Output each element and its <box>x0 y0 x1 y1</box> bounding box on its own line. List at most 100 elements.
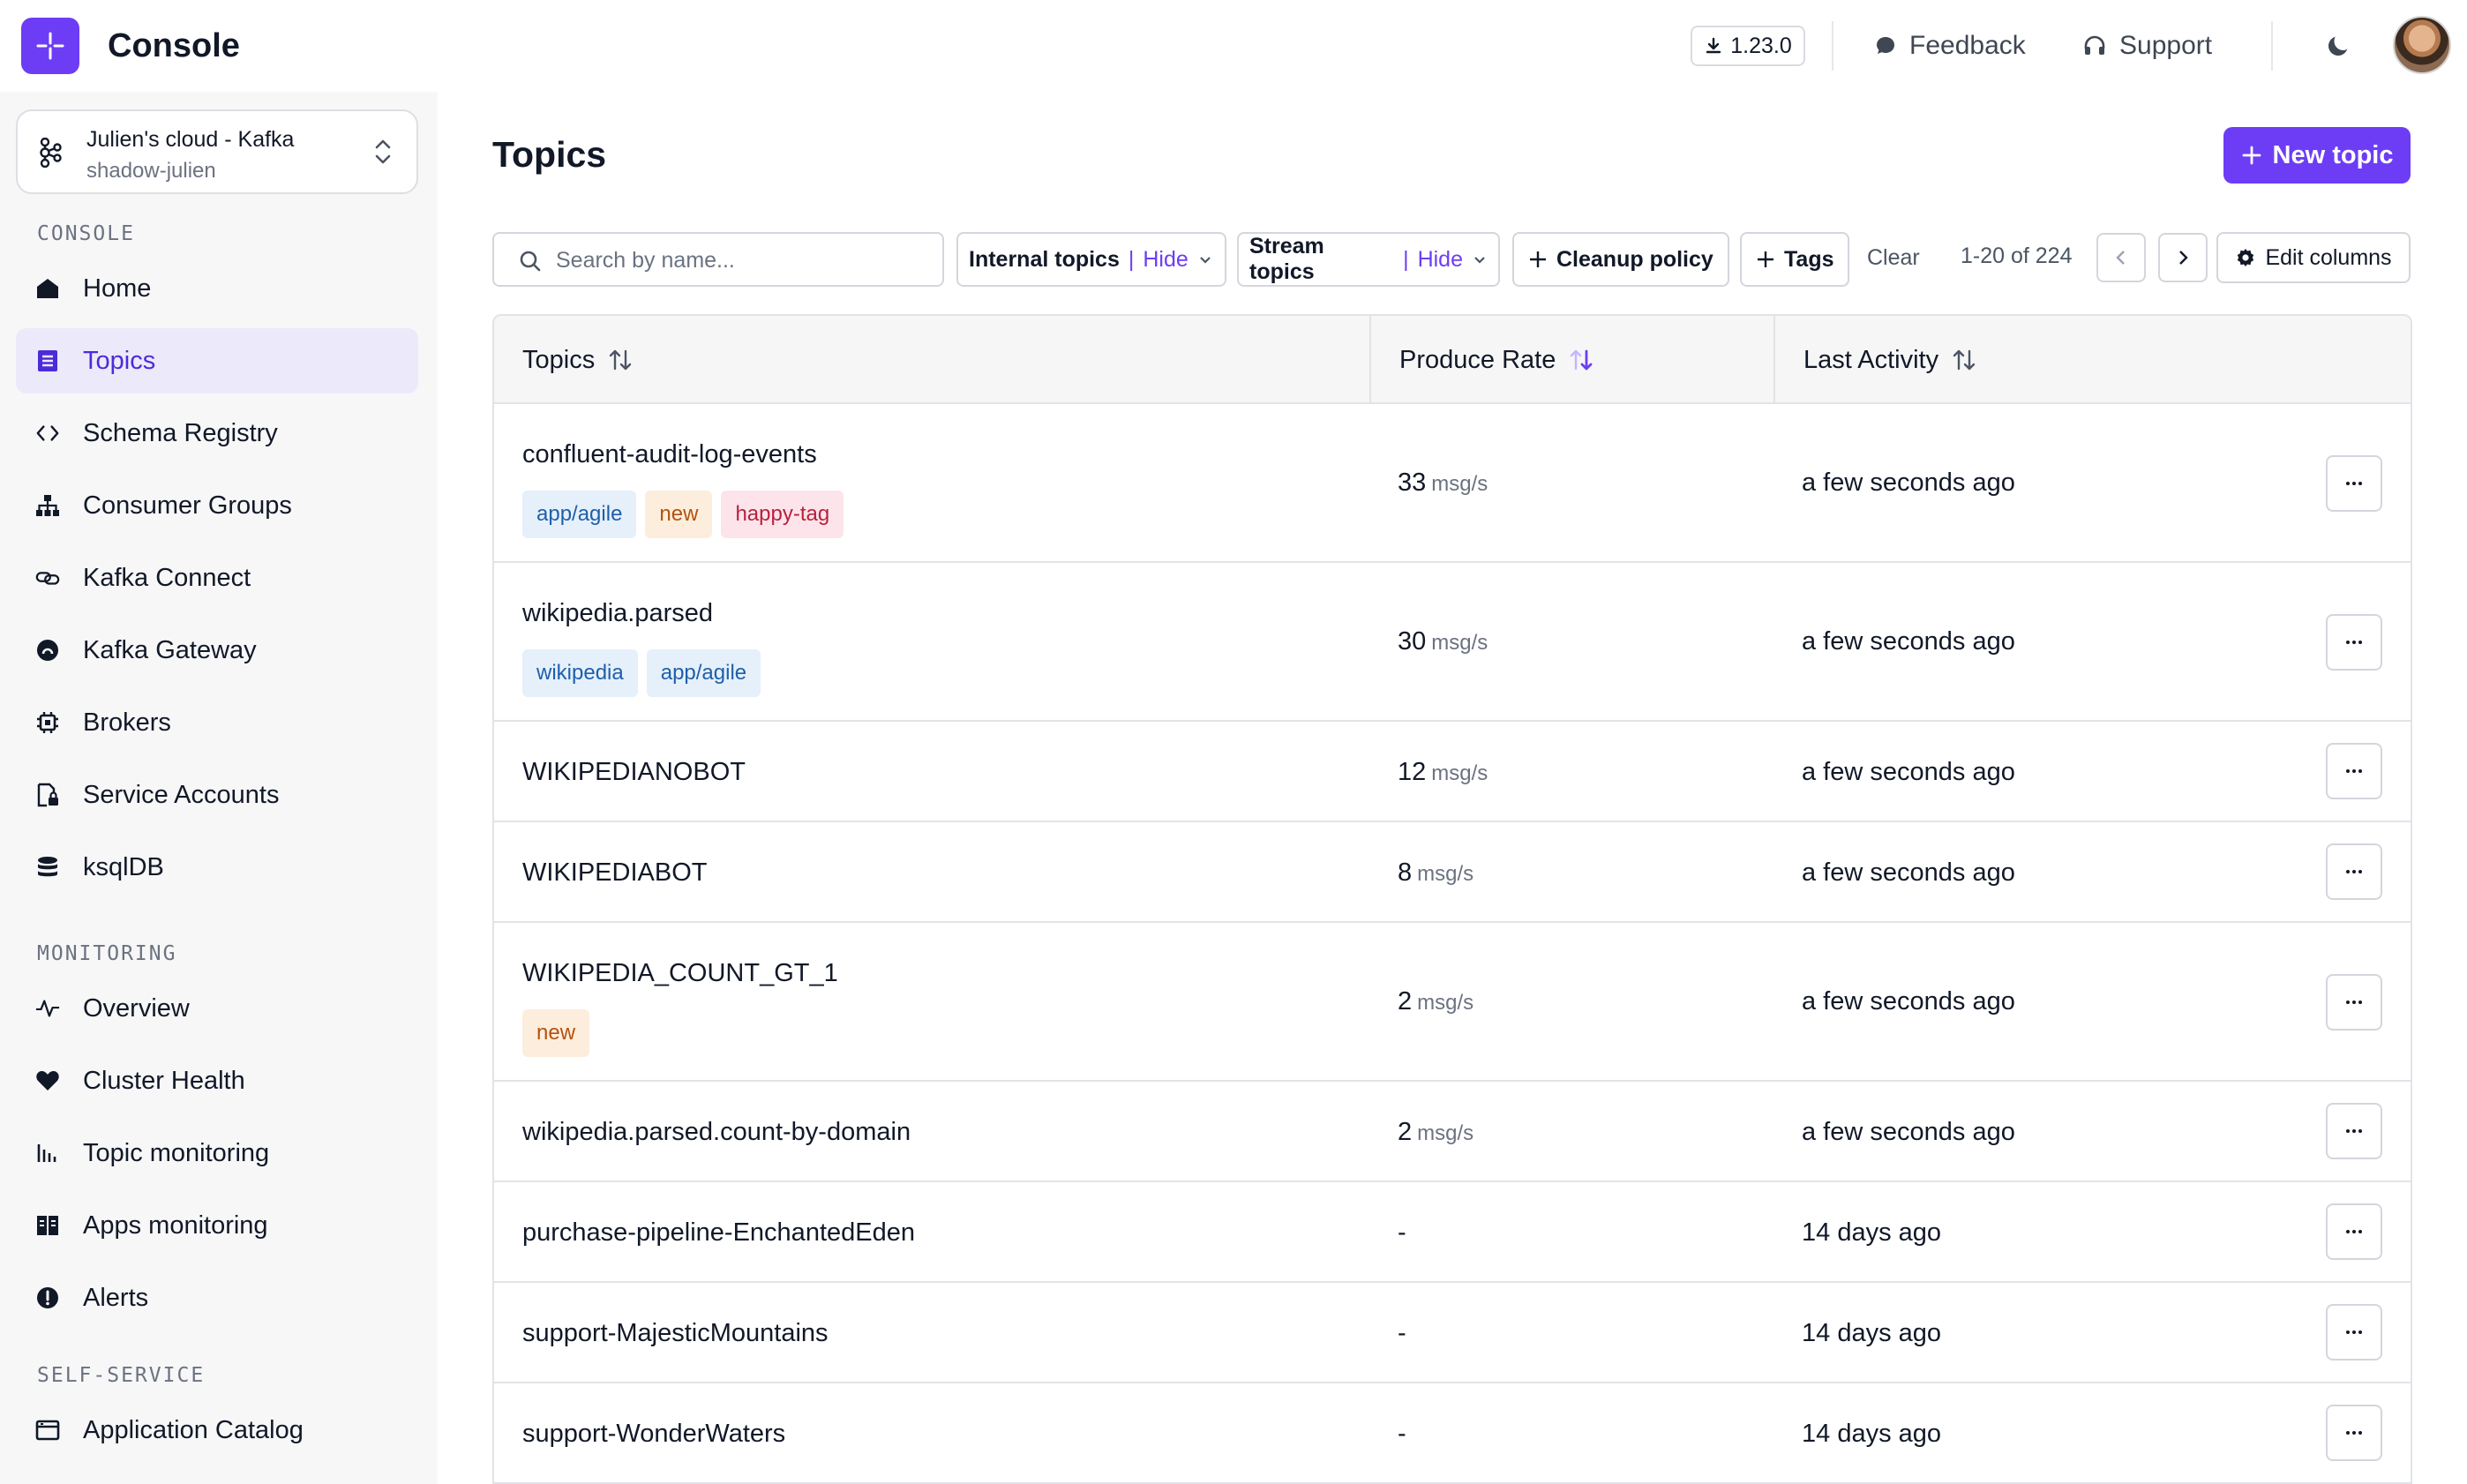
sidebar-item-brokers[interactable]: Brokers <box>16 690 418 755</box>
row-actions-button[interactable] <box>2326 743 2382 799</box>
tag[interactable]: app/agile <box>522 491 637 538</box>
version-badge[interactable]: 1.23.0 <box>1691 26 1805 66</box>
chevron-right-icon <box>2174 249 2192 266</box>
plus-icon <box>2241 145 2262 166</box>
row-actions-button[interactable] <box>2326 1203 2382 1260</box>
sidebar-item-home[interactable]: Home <box>16 256 418 321</box>
edit-columns-button[interactable]: Edit columns <box>2216 232 2411 283</box>
sidebar-item-cluster-health[interactable]: Cluster Health <box>16 1048 418 1113</box>
filter-value: Hide <box>1143 246 1189 272</box>
topic-name[interactable]: purchase-pipeline-EnchantedEden <box>522 1218 915 1248</box>
topic-name[interactable]: confluent-audit-log-events <box>522 439 817 469</box>
tag[interactable]: wikipedia <box>522 649 638 697</box>
new-topic-button[interactable]: New topic <box>2223 127 2411 184</box>
produce-rate: - <box>1398 1319 1406 1347</box>
tag[interactable]: happy-tag <box>721 491 844 538</box>
tag[interactable]: new <box>645 491 713 538</box>
internal-topics-filter[interactable]: Internal topics | Hide <box>956 232 1226 287</box>
chevron-down-icon <box>1472 251 1488 267</box>
clear-filters-button[interactable]: Clear <box>1867 245 1920 271</box>
sidebar-item-consumer-groups[interactable]: Consumer Groups <box>16 473 418 538</box>
tag[interactable]: app/agile <box>646 649 761 697</box>
table-row[interactable]: confluent-audit-log-events app/agile new… <box>494 404 2411 563</box>
column-divider <box>1773 316 1775 404</box>
home-icon <box>35 276 60 301</box>
more-horizontal-icon <box>2344 768 2364 775</box>
sidebar-item-kafka-connect[interactable]: Kafka Connect <box>16 545 418 611</box>
filter-name: Cleanup policy <box>1556 246 1713 272</box>
row-actions-button[interactable] <box>2326 974 2382 1031</box>
sidebar-item-alerts[interactable]: Alerts <box>16 1265 418 1330</box>
row-actions-button[interactable] <box>2326 1103 2382 1159</box>
cleanup-policy-filter[interactable]: Cleanup policy <box>1512 232 1729 287</box>
last-activity: a few seconds ago <box>1802 858 2015 887</box>
topic-name[interactable]: support-WonderWaters <box>522 1419 785 1449</box>
topic-name[interactable]: WIKIPEDIABOT <box>522 858 707 888</box>
support-label: Support <box>2119 31 2213 60</box>
topic-name[interactable]: WIKIPEDIA_COUNT_GT_1 <box>522 958 838 988</box>
tag[interactable]: new <box>522 1009 590 1057</box>
produce-rate: 2 msg/s <box>1398 1118 1474 1146</box>
sidebar-item-schema-registry[interactable]: Schema Registry <box>16 401 418 466</box>
cluster-switcher[interactable]: Julien's cloud - Kafka shadow-julien <box>16 109 418 194</box>
next-page-button[interactable] <box>2158 233 2208 282</box>
filter-name: Stream topics <box>1249 234 1324 284</box>
table-row[interactable]: WIKIPEDIA_COUNT_GT_1 new 2 msg/s a few se… <box>494 923 2411 1082</box>
sidebar-item-label: Kafka Connect <box>83 564 251 592</box>
tags-filter[interactable]: Tags <box>1740 232 1849 287</box>
produce-rate: 30 msg/s <box>1398 627 1488 656</box>
moon-icon <box>2326 34 2351 58</box>
header-divider <box>1832 21 1833 71</box>
sidebar-item-service-accounts[interactable]: Service Accounts <box>16 762 418 828</box>
table-row[interactable]: support-MajesticMountains - 14 days ago <box>494 1283 2411 1383</box>
cluster-name: Julien's cloud - Kafka <box>86 127 295 152</box>
catalog-icon <box>35 1418 60 1443</box>
row-actions-button[interactable] <box>2326 1304 2382 1360</box>
table-row[interactable]: wikipedia.parsed.count-by-domain 2 msg/s … <box>494 1082 2411 1182</box>
column-label: Topics <box>522 345 596 374</box>
chevron-up-down-icon <box>372 136 394 168</box>
sidebar-item-topic-monitoring[interactable]: Topic monitoring <box>16 1120 418 1186</box>
table-row[interactable]: support-WonderWaters - 14 days ago <box>494 1383 2411 1484</box>
sidebar-item-apps-monitoring[interactable]: Apps monitoring <box>16 1193 418 1258</box>
column-header-last-activity[interactable]: Last Activity <box>1803 316 1977 404</box>
bar-chart-icon <box>35 1141 60 1165</box>
row-actions-button[interactable] <box>2326 843 2382 900</box>
table-row[interactable]: WIKIPEDIABOT 8 msg/s a few seconds ago <box>494 822 2411 923</box>
column-header-produce-rate[interactable]: Produce Rate <box>1399 316 1594 404</box>
feedback-label: Feedback <box>1909 31 2026 60</box>
chip-icon <box>35 710 60 735</box>
row-actions-button[interactable] <box>2326 614 2382 671</box>
sidebar-item-kafka-gateway[interactable]: Kafka Gateway <box>16 618 418 683</box>
theme-toggle-button[interactable] <box>2321 28 2356 64</box>
table-row[interactable]: wikipedia.parsed wikipedia app/agile 30 m… <box>494 563 2411 722</box>
console-logo-icon[interactable] <box>21 18 79 74</box>
version-label: 1.23.0 <box>1730 33 1792 58</box>
stream-topics-filter[interactable]: Stream topics | Hide <box>1237 232 1500 287</box>
row-actions-button[interactable] <box>2326 1405 2382 1461</box>
topic-name[interactable]: wikipedia.parsed <box>522 598 713 628</box>
topic-name[interactable]: WIKIPEDIANOBOT <box>522 757 746 787</box>
more-horizontal-icon <box>2344 480 2364 487</box>
more-horizontal-icon <box>2344 1329 2364 1336</box>
sidebar-item-application-catalog[interactable]: Application Catalog <box>16 1398 418 1463</box>
topics-icon <box>35 349 60 373</box>
sidebar-item-ksqldb[interactable]: ksqlDB <box>16 835 418 900</box>
support-link[interactable]: Support <box>2082 26 2212 65</box>
user-avatar[interactable] <box>2393 16 2451 74</box>
topic-name[interactable]: support-MajesticMountains <box>522 1318 829 1348</box>
previous-page-button[interactable] <box>2096 233 2146 282</box>
table-row[interactable]: WIKIPEDIANOBOT 12 msg/s a few seconds ago <box>494 722 2411 822</box>
feedback-link[interactable]: Feedback <box>1874 26 2026 65</box>
headphones-icon <box>2082 34 2107 58</box>
row-actions-button[interactable] <box>2326 455 2382 512</box>
sidebar-item-topics[interactable]: Topics <box>16 328 418 393</box>
column-header-topics[interactable]: Topics <box>522 316 634 404</box>
table-row[interactable]: purchase-pipeline-EnchantedEden - 14 day… <box>494 1182 2411 1283</box>
topic-name[interactable]: wikipedia.parsed.count-by-domain <box>522 1117 911 1147</box>
table-header: Topics Produce Rate Last Activity <box>494 316 2411 404</box>
sidebar-item-overview[interactable]: Overview <box>16 976 418 1041</box>
search-input[interactable] <box>556 243 926 278</box>
kafka-icon <box>37 138 64 168</box>
sidebar-item-label: Alerts <box>83 1284 149 1312</box>
